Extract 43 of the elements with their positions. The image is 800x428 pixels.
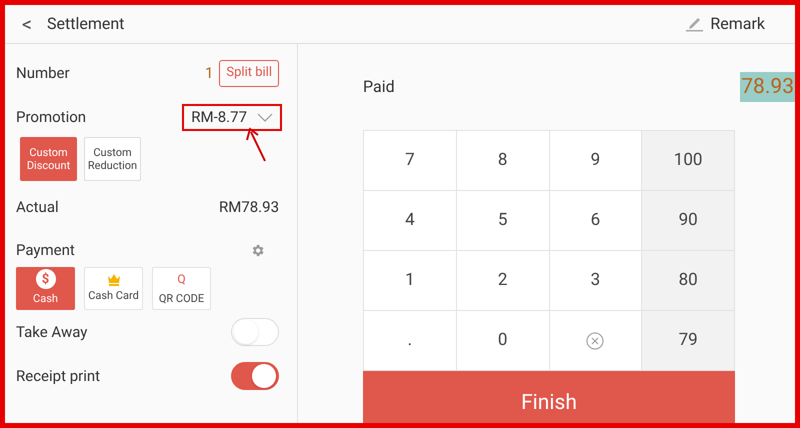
payment-method[interactable]: $ Cash [16,267,75,310]
keypad-key[interactable]: 5 [456,191,550,251]
back-button[interactable]: < [17,14,37,34]
toggle-label: Take Away [16,322,88,343]
number-value: 1 [204,62,214,84]
payment-method[interactable]: Cash Card [84,267,143,310]
keypad-key[interactable]: 2 [456,251,550,311]
keypad-key[interactable]: 6 [550,191,642,251]
crown-icon [106,272,120,286]
keypad-key[interactable]: 4 [364,191,457,251]
payment-label: Payment [16,240,75,261]
page-title: Settlement [47,13,124,35]
amount-key[interactable]: 80 [642,251,735,311]
split-bill-button[interactable]: Split bill [219,60,279,86]
keypad-key[interactable]: . [364,311,457,371]
promotion-option[interactable]: Custom Reduction [84,137,141,181]
settings-icon[interactable] [250,242,265,258]
finish-button[interactable]: Finish [363,371,735,423]
paid-label: Paid [363,76,395,98]
keypad-key[interactable]: 8 [456,131,550,191]
pencil-icon [686,16,704,32]
paid-amount: 78.93 [740,72,795,102]
actual-label: Actual [16,196,59,218]
promotion-option[interactable]: Custom Discount [20,137,77,181]
keypad-key[interactable]: 3 [550,251,642,311]
promotion-dropdown[interactable]: RM-8.77 [182,104,282,130]
dollar-icon: $ [36,269,56,290]
actual-value: RM78.93 [218,196,279,218]
amount-key[interactable]: 79 [642,311,735,371]
chevron-down-icon [257,112,273,122]
keypad-key[interactable]: 9 [550,131,642,191]
amount-key[interactable]: 100 [642,131,735,191]
toggle-switch[interactable] [231,362,279,390]
promotion-label: Promotion [16,106,86,128]
remark-button[interactable]: Remark [686,12,765,36]
amount-key[interactable]: 90 [642,191,735,251]
clear-icon [586,332,604,350]
keypad-key[interactable]: 1 [364,251,457,311]
toggle-label: Receipt print [16,366,100,387]
number-label: Number [16,62,70,84]
keypad-key[interactable]: 0 [456,311,550,371]
payment-method[interactable]: Q QR CODE [152,267,211,310]
keypad-key[interactable]: 7 [364,131,457,191]
